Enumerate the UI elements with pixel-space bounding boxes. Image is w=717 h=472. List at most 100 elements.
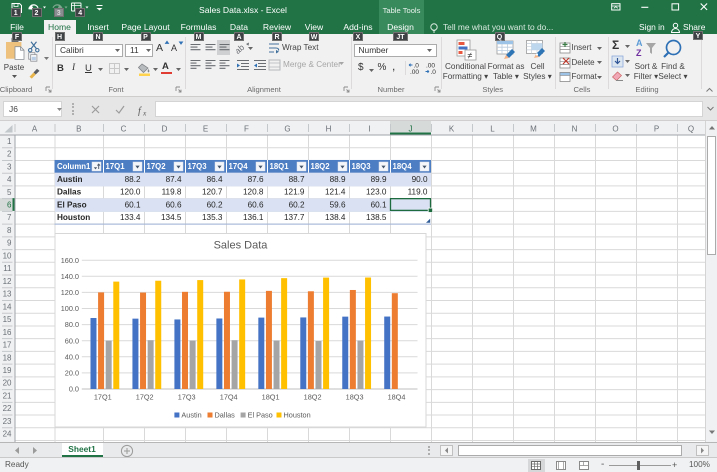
svg-text:D: D (162, 125, 168, 134)
svg-text:N: N (572, 125, 578, 134)
svg-text:120.0: 120.0 (120, 188, 141, 197)
svg-text:5: 5 (7, 188, 12, 197)
svg-text:87.4: 87.4 (166, 175, 182, 184)
svg-text:136.1: 136.1 (243, 213, 264, 222)
svg-text:14: 14 (3, 302, 12, 311)
svg-text:G: G (284, 125, 290, 134)
svg-text:24: 24 (3, 430, 12, 439)
svg-text:M: M (530, 125, 537, 134)
svg-text:≠: ≠ (468, 51, 473, 61)
svg-text:87.6: 87.6 (248, 175, 264, 184)
svg-text:59.6: 59.6 (330, 201, 346, 210)
svg-text:88.7: 88.7 (289, 175, 305, 184)
svg-text:60.6: 60.6 (248, 201, 264, 210)
svg-text:17Q2: 17Q2 (147, 162, 167, 171)
svg-text:ab: ab (236, 42, 246, 55)
svg-text:100.0: 100.0 (61, 304, 79, 313)
svg-text:17Q1: 17Q1 (94, 393, 112, 402)
svg-text:90.0: 90.0 (412, 175, 428, 184)
svg-text:86.4: 86.4 (207, 175, 223, 184)
svg-text:134.5: 134.5 (161, 213, 182, 222)
svg-text:135.3: 135.3 (202, 213, 223, 222)
svg-text:80.0: 80.0 (65, 320, 79, 329)
svg-text:El Paso: El Paso (248, 411, 273, 420)
svg-text:60.2: 60.2 (289, 201, 305, 210)
svg-text:40.0: 40.0 (65, 352, 79, 361)
svg-text:Dallas: Dallas (57, 188, 82, 197)
svg-text:H: H (326, 125, 332, 134)
svg-text:119.0: 119.0 (408, 188, 428, 197)
svg-text:3: 3 (7, 162, 12, 171)
svg-text:Austin: Austin (181, 411, 201, 420)
svg-text:60.1: 60.1 (125, 201, 141, 210)
svg-text:138.5: 138.5 (366, 213, 387, 222)
svg-text:I: I (368, 125, 370, 134)
svg-text:20: 20 (3, 379, 12, 388)
svg-text:8: 8 (7, 226, 12, 235)
svg-text:Houston: Houston (284, 411, 311, 420)
svg-text:Austin: Austin (57, 175, 82, 184)
svg-text:J: J (409, 125, 413, 134)
svg-text:18: 18 (3, 353, 12, 362)
svg-text:.00: .00 (410, 69, 419, 75)
svg-text:13: 13 (3, 290, 12, 299)
svg-text:6: 6 (7, 201, 12, 210)
svg-text:17Q3: 17Q3 (188, 162, 208, 171)
svg-text:60.0: 60.0 (65, 336, 79, 345)
svg-text:123.0: 123.0 (366, 188, 387, 197)
svg-text:15: 15 (3, 315, 12, 324)
svg-text:El Paso: El Paso (57, 201, 87, 210)
svg-text:17Q4: 17Q4 (229, 162, 249, 171)
svg-text:17Q4: 17Q4 (220, 393, 238, 402)
svg-text:140.0: 140.0 (61, 272, 79, 281)
svg-text:88.9: 88.9 (330, 175, 346, 184)
svg-text:120.8: 120.8 (243, 188, 264, 197)
svg-text:7: 7 (7, 213, 12, 222)
svg-text:Q: Q (688, 125, 694, 134)
svg-text:18Q2: 18Q2 (311, 162, 331, 171)
svg-text:137.7: 137.7 (284, 213, 305, 222)
svg-text:160.0: 160.0 (61, 256, 79, 265)
svg-text:f: f (138, 106, 142, 116)
svg-text:120.7: 120.7 (202, 188, 223, 197)
svg-text:138.4: 138.4 (325, 213, 346, 222)
svg-text:60.1: 60.1 (371, 201, 387, 210)
svg-text:A: A (32, 125, 38, 134)
svg-text:17Q2: 17Q2 (136, 393, 154, 402)
svg-text:Houston: Houston (57, 213, 90, 222)
svg-text:18Q3: 18Q3 (346, 393, 364, 402)
svg-text:10: 10 (3, 251, 12, 260)
svg-text:20.0: 20.0 (65, 369, 79, 378)
svg-text:119.8: 119.8 (162, 188, 182, 197)
svg-text:60.2: 60.2 (207, 201, 223, 210)
svg-text:120.0: 120.0 (61, 288, 79, 297)
svg-text:60.6: 60.6 (166, 201, 182, 210)
svg-text:x: x (142, 109, 147, 117)
svg-text:16: 16 (3, 328, 12, 337)
svg-text:4: 4 (7, 175, 12, 184)
svg-text:Column1: Column1 (57, 162, 91, 171)
svg-text:21: 21 (3, 392, 12, 401)
svg-text:9: 9 (7, 239, 12, 248)
svg-text:17Q1: 17Q1 (106, 162, 126, 171)
svg-text:Dallas: Dallas (215, 411, 236, 420)
svg-text:22: 22 (3, 404, 12, 413)
svg-text:K: K (449, 125, 455, 134)
svg-text:C: C (121, 125, 127, 134)
svg-text:E: E (203, 125, 208, 134)
svg-text:18Q1: 18Q1 (270, 162, 290, 171)
svg-text:B: B (76, 125, 81, 134)
svg-text:19: 19 (3, 366, 12, 375)
svg-text:121.4: 121.4 (325, 188, 346, 197)
svg-text:18Q3: 18Q3 (352, 162, 372, 171)
svg-text:1: 1 (7, 137, 12, 146)
svg-text:17: 17 (3, 341, 12, 350)
svg-text:2: 2 (7, 150, 12, 159)
svg-text:12: 12 (3, 277, 12, 286)
svg-text:17Q3: 17Q3 (178, 393, 196, 402)
svg-text:A: A (636, 38, 643, 48)
svg-text:18Q4: 18Q4 (388, 393, 406, 402)
svg-text:88.2: 88.2 (125, 175, 141, 184)
svg-text:11: 11 (3, 264, 12, 273)
svg-text:23: 23 (3, 417, 12, 426)
